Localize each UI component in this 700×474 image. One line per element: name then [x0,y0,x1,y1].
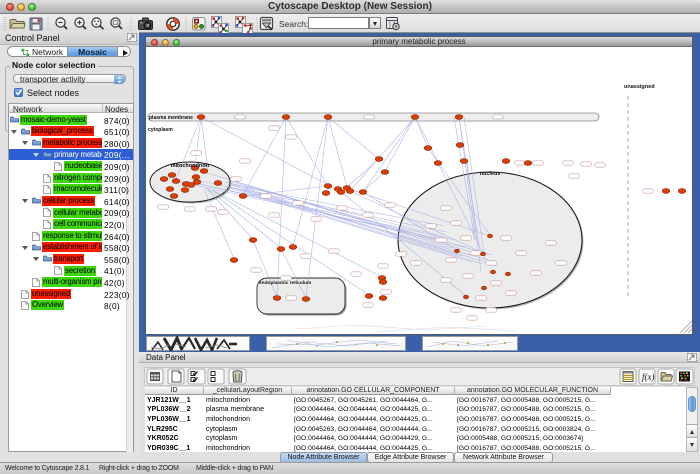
svg-text:unassigned: unassigned [624,84,655,90]
svg-text:endoplasmic reticulum: endoplasmic reticulum [259,280,311,286]
svg-text:f(x): f(x) [642,372,655,382]
svg-text:nucleus: nucleus [480,171,501,177]
svg-text:mitochondrion: mitochondrion [171,163,210,169]
svg-text:plasma membrane: plasma membrane [149,115,193,121]
svg-text:cytoplasm: cytoplasm [148,127,173,133]
